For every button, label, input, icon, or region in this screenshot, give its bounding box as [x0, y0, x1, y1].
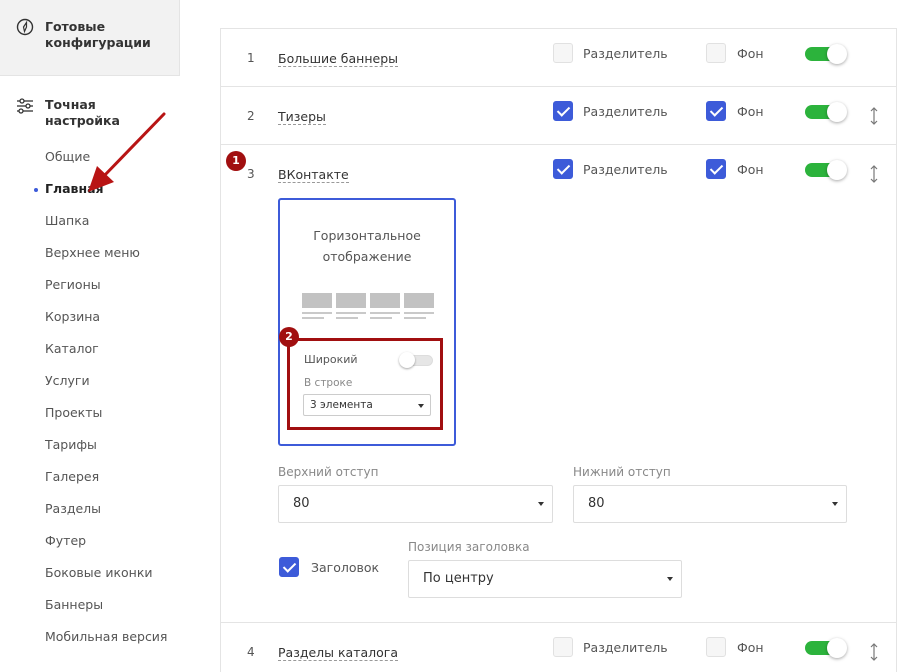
in-row-select[interactable]: 3 элемента [303, 394, 431, 416]
sidebar-item-header[interactable]: Шапка [0, 213, 180, 245]
annotation-arrow [88, 112, 166, 192]
sidebar-item-banners[interactable]: Баннеры [0, 597, 180, 629]
row-number: 3 [247, 167, 255, 181]
divider-checkbox[interactable] [553, 159, 573, 179]
heading-position-value: По центру [423, 571, 494, 586]
preview-tile [336, 293, 366, 319]
divider-label: Разделитель [583, 162, 668, 177]
divider-label: Разделитель [583, 640, 668, 655]
background-checkbox[interactable] [706, 43, 726, 63]
divider-label: Разделитель [583, 104, 668, 119]
preview-tile [404, 293, 434, 319]
row-number: 4 [247, 645, 255, 659]
top-padding-value: 80 [293, 496, 310, 511]
annotation-badge-1: 1 [226, 151, 246, 171]
block-enable-toggle[interactable] [805, 160, 847, 180]
in-row-value: 3 элемента [310, 399, 373, 411]
heading-position-label: Позиция заголовка [408, 540, 530, 554]
heading-checkbox[interactable] [279, 557, 299, 577]
block-enable-toggle[interactable] [805, 102, 847, 122]
divider-checkbox[interactable] [553, 101, 573, 121]
preview-tile [302, 293, 332, 319]
blocks-panel: 1 Большие баннеры Разделитель Фон 2 Тизе… [220, 28, 897, 672]
background-label: Фон [737, 104, 764, 119]
block-name-link[interactable]: Разделы каталога [278, 645, 399, 661]
sidebar-item-regions[interactable]: Регионы [0, 277, 180, 309]
block-row: 1 Большие баннеры Разделитель Фон [221, 29, 896, 87]
block-name-link[interactable]: Тизеры [278, 109, 326, 125]
preview-tile [370, 293, 400, 319]
background-checkbox[interactable] [706, 637, 726, 657]
ready-configs-item[interactable]: Готовые конфигурации [0, 0, 180, 76]
divider-checkbox[interactable] [553, 43, 573, 63]
divider-label: Разделитель [583, 46, 668, 61]
bottom-padding-select[interactable]: 80 [573, 485, 847, 523]
sidebar-item-services[interactable]: Услуги [0, 373, 180, 405]
row-number: 2 [247, 109, 255, 123]
block-enable-toggle[interactable] [805, 638, 847, 658]
sidebar-item-tariffs[interactable]: Тарифы [0, 437, 180, 469]
background-label: Фон [737, 162, 764, 177]
sidebar-item-gallery[interactable]: Галерея [0, 469, 180, 501]
sidebar-item-sections[interactable]: Разделы [0, 501, 180, 533]
chevron-down-icon [832, 502, 838, 506]
top-padding-select[interactable]: 80 [278, 485, 553, 523]
chevron-down-icon [418, 404, 424, 408]
block-row: 4 Разделы каталога Разделитель Фон [221, 623, 896, 672]
block-row: 2 Тизеры Разделитель Фон [221, 87, 896, 145]
background-label: Фон [737, 46, 764, 61]
background-label: Фон [737, 640, 764, 655]
top-padding-label: Верхний отступ [278, 465, 379, 479]
bottom-padding-value: 80 [588, 496, 605, 511]
sidebar-item-catalog[interactable]: Каталог [0, 341, 180, 373]
block-name-link[interactable]: ВКонтакте [278, 167, 349, 183]
settings-menu: Общие Главная Шапка Верхнее меню Регионы… [0, 149, 180, 665]
background-checkbox[interactable] [706, 159, 726, 179]
sidebar-item-mobile[interactable]: Мобильная версия [0, 629, 180, 665]
wide-toggle[interactable] [399, 352, 433, 368]
drag-handle-icon[interactable] [869, 106, 879, 126]
sidebar-item-cart[interactable]: Корзина [0, 309, 180, 341]
sidebar: Готовые конфигурации Точная настройка Об… [0, 0, 180, 672]
sliders-icon [17, 98, 33, 114]
sidebar-item-side-icons[interactable]: Боковые иконки [0, 565, 180, 597]
annotation-badge-2: 2 [279, 327, 299, 347]
block-name-link[interactable]: Большие баннеры [278, 51, 399, 67]
wide-label: Широкий [304, 353, 358, 366]
chevron-down-icon [538, 502, 544, 506]
sidebar-item-top-menu[interactable]: Верхнее меню [0, 245, 180, 277]
row-number: 1 [247, 51, 255, 65]
heading-label: Заголовок [311, 560, 380, 575]
sidebar-item-projects[interactable]: Проекты [0, 405, 180, 437]
block-enable-toggle[interactable] [805, 44, 847, 64]
bottom-padding-label: Нижний отступ [573, 465, 671, 479]
sidebar-item-footer[interactable]: Футер [0, 533, 180, 565]
ready-configs-title: Готовые конфигурации [45, 19, 151, 50]
divider-checkbox[interactable] [553, 637, 573, 657]
drag-handle-icon[interactable] [869, 642, 879, 662]
layout-option-title: Горизонтальное отображение [313, 228, 421, 264]
chevron-down-icon [667, 577, 673, 581]
compass-icon [16, 18, 34, 36]
drag-handle-icon[interactable] [869, 164, 879, 184]
background-checkbox[interactable] [706, 101, 726, 121]
heading-position-select[interactable]: По центру [408, 560, 682, 598]
in-row-label: В строке [304, 377, 353, 389]
